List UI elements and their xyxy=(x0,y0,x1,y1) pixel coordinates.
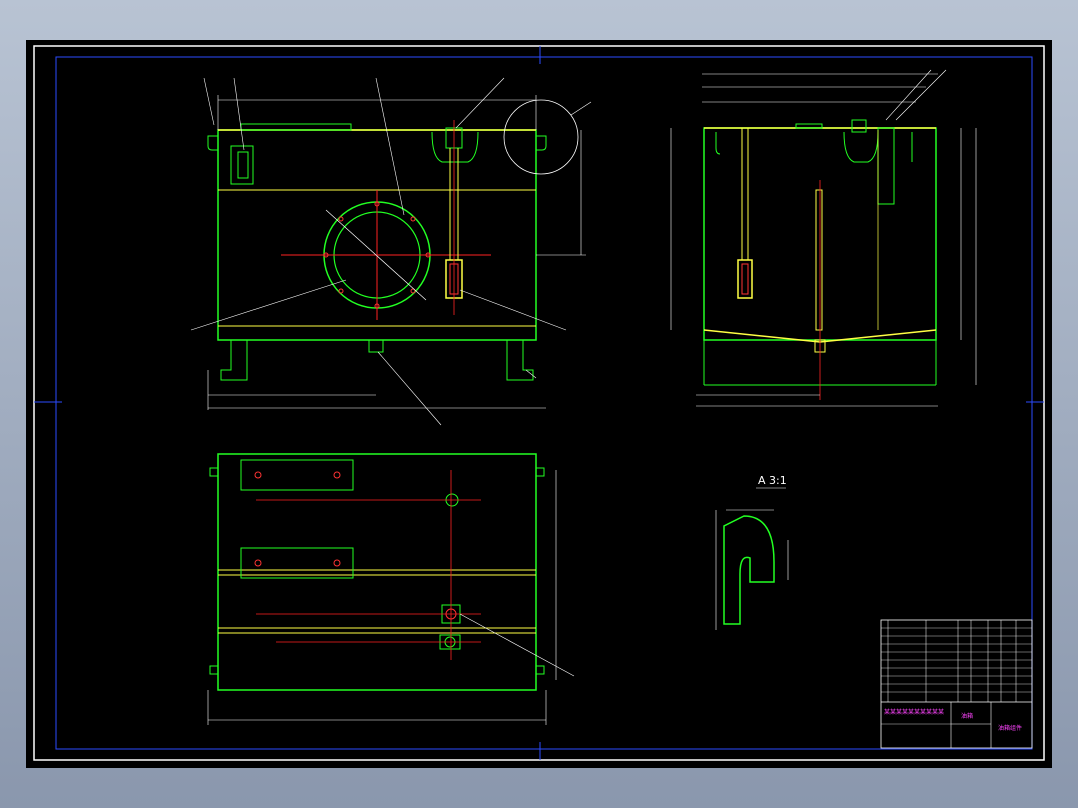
lifting-lug-right xyxy=(535,135,547,151)
filler-cup xyxy=(431,131,479,163)
lifting-lug-left xyxy=(207,135,219,151)
title-drawing-no: 油箱组件 xyxy=(998,724,1022,732)
drawing-frame xyxy=(55,56,1033,750)
front-view xyxy=(190,77,592,426)
detail-label: A 3:1 xyxy=(758,474,787,487)
drawing-sheet: A 3:1 油箱 油箱组件 某某某某某某某某某某 xyxy=(33,45,1045,761)
mounting-pad-1 xyxy=(240,459,354,491)
foot-left xyxy=(220,340,248,381)
drain-plug xyxy=(368,339,384,353)
detail-circle-A xyxy=(503,99,579,175)
return-pipe xyxy=(815,189,823,331)
sheet-border xyxy=(33,45,1045,761)
cad-viewport[interactable]: A 3:1 油箱 油箱组件 某某某某某某某某某某 xyxy=(26,40,1052,768)
detail-A: A 3:1 xyxy=(715,474,789,630)
lug-detail xyxy=(723,515,775,625)
tank-body-top xyxy=(217,453,537,691)
top-view xyxy=(207,453,575,725)
top-cover-plate xyxy=(240,123,352,131)
mounting-pad-2 xyxy=(240,547,354,579)
title-part-name: 油箱 xyxy=(961,712,973,720)
title-company: 某某某某某某某某某某 xyxy=(884,709,944,716)
level-gauge-window xyxy=(237,151,249,179)
foot-right xyxy=(506,340,534,381)
title-block: 油箱 油箱组件 某某某某某某某某某某 xyxy=(880,619,1033,749)
side-view xyxy=(670,69,977,407)
